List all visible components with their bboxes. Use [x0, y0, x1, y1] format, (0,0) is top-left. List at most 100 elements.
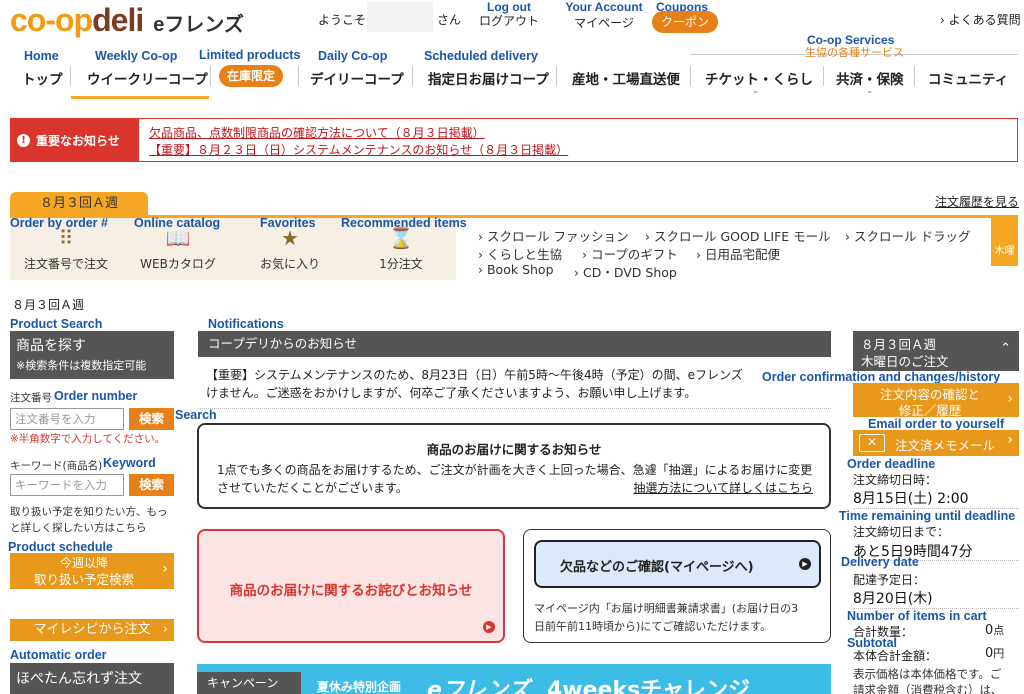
shortage-confirm-button[interactable]: 欠品などのご確認(マイページへ) ▶ — [534, 540, 821, 588]
chevron-right-icon: › — [478, 229, 483, 244]
email-memo-label: 注文済メモメール — [895, 438, 996, 453]
shortage-text2: 日前午前11時頃から)にてご確認いただけます。 — [534, 620, 772, 633]
chevron-right-icon: › — [1007, 432, 1013, 448]
campaign-text3: 4weeksチャレンジ — [547, 678, 750, 694]
nav-community[interactable]: コミュニティ — [928, 68, 1008, 88]
day-tab[interactable]: 木曜 — [991, 218, 1018, 266]
nav-home-en: Home — [24, 49, 59, 63]
item-count-unit: 点 — [993, 624, 1005, 637]
delivery-date-label: 配達予定日： — [853, 573, 926, 587]
automatic-order-header[interactable]: ほぺたん忘れず注文 — [10, 663, 174, 694]
keyword-en: Keyword — [103, 456, 156, 470]
shortage-text1: マイページ内「お届け明細書兼請求書」(お届け日の3 — [534, 602, 799, 615]
campaign-banner[interactable]: キャンペーン 夏休み特別企画 eフレンズ 4weeksチャレンジ — [197, 664, 831, 694]
quick-link[interactable]: › CD・DVD Shop — [574, 262, 677, 281]
nav-insurance[interactable]: 共済・保険 — [836, 68, 904, 88]
myrecipe-order-label: マイレシピから注文 — [33, 622, 151, 637]
nav-weekly[interactable]: ウイークリーコープ — [87, 68, 208, 88]
keyword-search-button[interactable]: 検索 — [129, 474, 174, 496]
quick-link[interactable]: › スクロール ドラッグ — [845, 226, 970, 245]
nav-divider — [210, 66, 211, 86]
myrecipe-order-button[interactable]: マイレシピから注文 › — [10, 619, 174, 641]
coopdeli-logo[interactable]: co-op deli eフレンズ — [10, 2, 244, 38]
notice-link-shortage[interactable]: 欠品商品、点数制限商品の確認方法について（８月３日掲載） — [149, 124, 485, 141]
delivery-notice-text2: させていただくことがございます。 — [217, 481, 408, 495]
order-history-link[interactable]: 注文履歴を見る — [935, 193, 1019, 210]
tool-favorites-en: Favorites — [260, 216, 316, 230]
chevron-right-icon: › — [478, 262, 483, 277]
chevron-right-icon: › — [940, 13, 945, 27]
email-memo-button[interactable]: ✕ 注文済メモメール › — [853, 430, 1019, 456]
chevron-right-icon: › — [582, 247, 587, 262]
nav-scheduled[interactable]: 指定日お届けコープ — [428, 68, 549, 88]
quick-link[interactable]: › Book Shop — [478, 262, 554, 277]
email-order-en: Email order to yourself — [868, 417, 1005, 431]
tool-one-minute-en: Recommended items — [341, 216, 467, 230]
quick-link[interactable]: › コープのギフト — [582, 244, 678, 263]
quick-link[interactable]: › スクロール ファッション — [478, 226, 628, 245]
account-en-label: Your Account — [565, 0, 643, 14]
product-search-note: ※検索条件は複数指定可能 — [16, 359, 147, 372]
schedule-search-line2: 取り扱い予定検索 — [33, 572, 134, 587]
alert-icon: ! — [17, 133, 30, 147]
quick-link[interactable]: › くらしと生協 — [478, 244, 562, 263]
nav-divider — [690, 66, 691, 86]
chevron-up-icon: ⌃ — [1000, 341, 1011, 356]
nav-daily[interactable]: デイリーコープ — [310, 68, 404, 88]
shortage-confirm-label: 欠品などのご確認(マイページへ) — [560, 560, 754, 575]
chevron-right-icon: › — [696, 247, 701, 262]
notification-line2: けません。ご迷惑をおかけしますが、何卒ご了承くださいますよう、お願い申し上げます… — [206, 386, 697, 400]
logout-link[interactable]: Log out ログアウト — [478, 0, 540, 30]
quick-link[interactable]: › スクロール GOOD LIFE モール — [645, 226, 831, 245]
logo-efriends: eフレンズ — [153, 14, 244, 36]
order-confirm-en: Order confirmation and changes/history — [762, 370, 1001, 384]
delivery-notice-title: 商品のお届けに関するお知らせ — [426, 442, 602, 457]
chevron-down-icon: ⌄ — [866, 86, 874, 96]
play-arrow-icon: ▶ — [799, 558, 811, 570]
apology-banner[interactable]: 商品のお届けに関するお詫びとお知らせ ▶ — [197, 529, 505, 643]
nav-home[interactable]: トップ — [22, 68, 63, 88]
order-number-input[interactable]: 注文番号を入力 — [10, 408, 124, 430]
nav-divider — [914, 66, 915, 86]
keyword-label: キーワード(商品名) — [10, 460, 103, 472]
lottery-details-link[interactable]: 抽選方法について詳しくはこちら — [633, 479, 813, 496]
faq-link[interactable]: › よくある質問 — [940, 11, 1021, 28]
faq-label: よくある質問 — [948, 13, 1021, 27]
subtotal-label: 本体合計金額： — [853, 649, 938, 663]
nav-divider — [70, 66, 71, 86]
order-confirm-button[interactable]: 注文内容の確認と 修正／履歴 › — [853, 383, 1019, 418]
nav-daily-en: Daily Co-op — [318, 49, 388, 63]
nav-divider — [823, 66, 824, 86]
order-number-search-button[interactable]: 検索 — [129, 408, 174, 430]
notice-link-maintenance[interactable]: 【重要】８月２３日（日）システムメンテナンスのお知らせ（８月３日掲載） — [149, 141, 568, 158]
chevron-right-icon: › — [1007, 391, 1013, 407]
week-tab[interactable]: ８月３回Ａ週 — [10, 192, 148, 216]
coupon-button[interactable]: クーポン — [652, 11, 718, 33]
delivery-date-value: 8月20日(木) — [853, 591, 933, 607]
deadline-value: 8月15日(土) 2:00 — [853, 491, 969, 507]
quick-link[interactable]: › 日用品宅配便 — [696, 244, 780, 263]
tool-order-number-label: 注文番号で注文 — [23, 257, 108, 271]
delivery-date-en: Delivery date — [841, 555, 919, 569]
nav-direct[interactable]: 産地・工場直送便 — [572, 68, 680, 88]
chevron-right-icon: › — [162, 622, 168, 637]
chevron-right-icon: › — [845, 229, 850, 244]
week-order-header[interactable]: ８月３回Ａ週 木曜日のご注文 ⌃ — [853, 331, 1019, 371]
item-count-en: Number of items in cart — [847, 609, 987, 623]
item-count: 0点 — [985, 622, 1004, 638]
notification-line1: 【重要】システムメンテナンスのため、8月23日（日）午前5時〜午後4時（予定）の… — [206, 368, 743, 382]
quick-link-label: Book Shop — [486, 262, 554, 277]
product-search-en: Product Search — [10, 317, 103, 331]
order-number-label: 注文番号 — [10, 392, 52, 404]
nav-limited[interactable]: 在庫限定 — [219, 65, 283, 87]
nav-active-underline — [71, 96, 209, 99]
nav-ticket[interactable]: チケット・くらし — [705, 68, 813, 88]
keyword-input[interactable]: キーワードを入力 — [10, 474, 124, 496]
notification-message: 【重要】システムメンテナンスのため、8月23日（日）午前5時〜午後4時（予定）の… — [206, 366, 830, 402]
notifications-header: コープデリからのお知らせ — [198, 331, 831, 357]
schedule-search-button[interactable]: 今週以降 取り扱い予定検索 › — [10, 553, 174, 589]
chevron-down-icon: ⌄ — [752, 86, 760, 96]
tool-catalog-en: Online catalog — [134, 216, 221, 230]
account-link[interactable]: Your Account マイページ — [560, 0, 648, 30]
campaign-text2: eフレンズ — [427, 678, 530, 694]
